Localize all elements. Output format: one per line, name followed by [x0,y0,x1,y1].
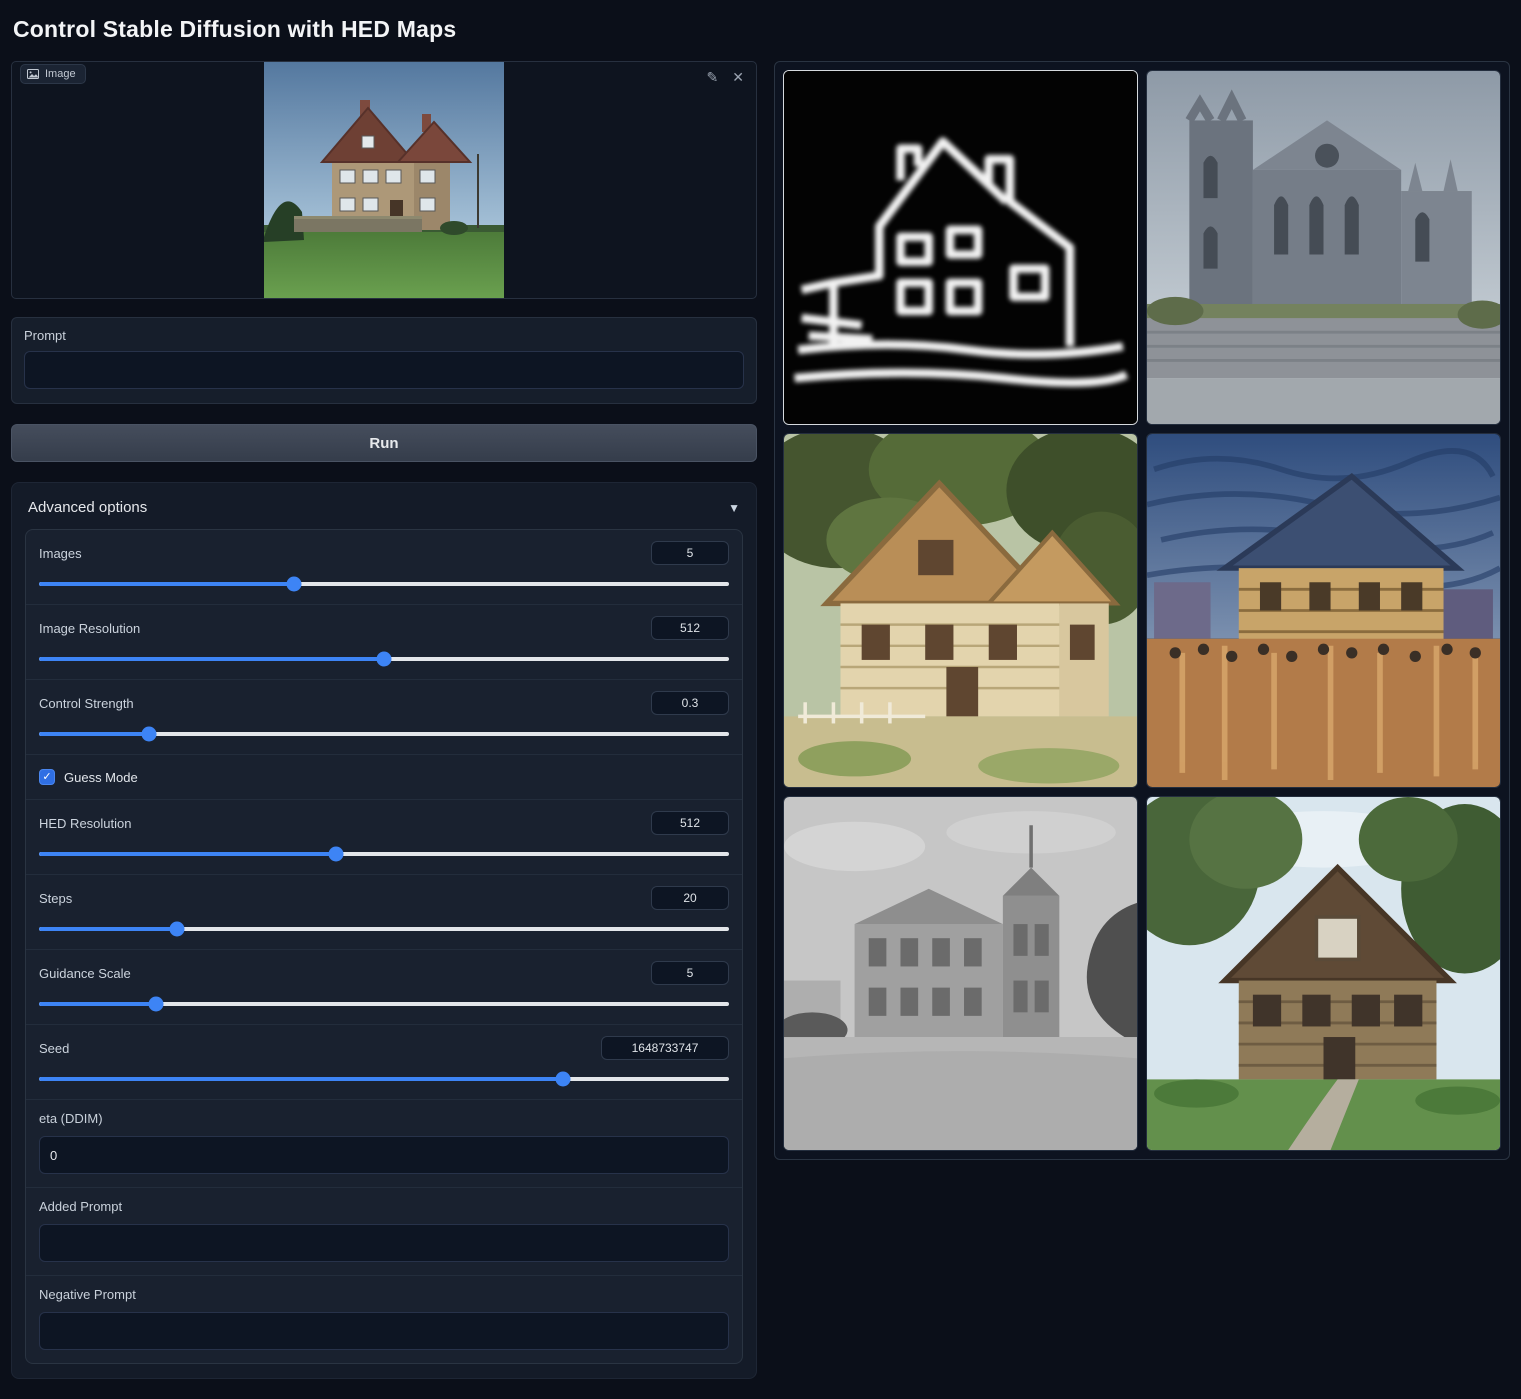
slider-guidance-scale-value[interactable] [651,961,729,985]
slider-seed-handle[interactable] [556,1071,571,1086]
slider-images-track[interactable] [39,576,729,591]
main-layout: Image ✎ ✕ [11,61,1510,1379]
slider-images-label: Images [39,546,82,561]
gallery-item-country-house[interactable] [1146,796,1501,1151]
gallery-item-grayscale-building[interactable] [783,796,1138,1151]
image-label-chip: Image [20,64,86,84]
slider-steps-label: Steps [39,891,72,906]
eta-field: eta (DDIM) [26,1100,742,1188]
negative-prompt-label: Negative Prompt [39,1287,729,1302]
check-icon: ✓ [42,772,51,783]
close-icon[interactable]: ✕ [732,70,744,84]
slider-images-handle[interactable] [287,576,302,591]
gallery-item-cathedral[interactable] [1146,70,1501,425]
slider-images: Images [26,530,742,605]
country-house-image [1147,797,1500,1150]
advanced-form: Images Image Resolution [25,529,743,1364]
image-actions: ✎ ✕ [707,70,744,84]
slider-seed-track[interactable] [39,1071,729,1086]
slider-hed-resolution-value[interactable] [651,811,729,835]
slider-image-resolution: Image Resolution [26,605,742,680]
slider-seed: Seed [26,1025,742,1100]
cathedral-image [1147,71,1500,424]
slider-control-strength-handle[interactable] [142,726,157,741]
eta-label: eta (DDIM) [39,1111,729,1126]
slider-guidance-scale-label: Guidance Scale [39,966,131,981]
slider-control-strength: Control Strength [26,680,742,755]
output-gallery [774,61,1510,1160]
gallery-item-hed-map[interactable] [783,70,1138,425]
image-icon [27,68,39,80]
guess-mode-row[interactable]: ✓ Guess Mode [26,755,742,800]
slider-seed-label: Seed [39,1041,69,1056]
slider-hed-resolution-label: HED Resolution [39,816,132,831]
gallery-item-painted-house[interactable] [783,433,1138,788]
added-prompt-field: Added Prompt [26,1188,742,1276]
prompt-label: Prompt [24,328,744,343]
slider-guidance-scale-track[interactable] [39,996,729,1011]
hed-map-image [784,71,1137,424]
slider-control-strength-track[interactable] [39,726,729,741]
eta-input[interactable] [39,1136,729,1174]
chevron-down-icon: ▼ [728,501,740,515]
slider-steps-value[interactable] [651,886,729,910]
negative-prompt-input[interactable] [39,1312,729,1350]
slider-steps-track[interactable] [39,921,729,936]
added-prompt-label: Added Prompt [39,1199,729,1214]
slider-steps: Steps [26,875,742,950]
slider-hed-resolution: HED Resolution [26,800,742,875]
grayscale-building-image [784,797,1137,1150]
slider-image-resolution-handle[interactable] [377,651,392,666]
slider-guidance-scale-handle[interactable] [149,996,164,1011]
slider-seed-value[interactable] [601,1036,729,1060]
prompt-block: Prompt [11,317,757,404]
run-button[interactable]: Run [11,424,757,462]
slider-control-strength-value[interactable] [651,691,729,715]
page-title: Control Stable Diffusion with HED Maps [13,16,1510,43]
gallery-item-stylized-building[interactable] [1146,433,1501,788]
advanced-options-header[interactable]: Advanced options ▼ [25,493,743,529]
prompt-input[interactable] [24,351,744,389]
edit-icon[interactable]: ✎ [707,70,719,84]
stylized-building-image [1147,434,1500,787]
advanced-options-title: Advanced options [28,499,147,516]
slider-hed-resolution-track[interactable] [39,846,729,861]
slider-image-resolution-track[interactable] [39,651,729,666]
guess-mode-checkbox[interactable]: ✓ [39,769,55,785]
advanced-options: Advanced options ▼ Images Imag [11,482,757,1379]
slider-control-strength-label: Control Strength [39,696,134,711]
guess-mode-label: Guess Mode [64,770,138,785]
slider-image-resolution-label: Image Resolution [39,621,140,636]
slider-steps-handle[interactable] [170,921,185,936]
image-label: Image [45,68,76,80]
slider-image-resolution-value[interactable] [651,616,729,640]
slider-guidance-scale: Guidance Scale [26,950,742,1025]
image-upload[interactable]: Image ✎ ✕ [11,61,757,299]
added-prompt-input[interactable] [39,1224,729,1262]
slider-hed-resolution-handle[interactable] [328,846,343,861]
slider-images-value[interactable] [651,541,729,565]
uploaded-house-image [264,62,504,298]
painted-house-image [784,434,1137,787]
left-panel: Image ✎ ✕ [11,61,757,1379]
negative-prompt-field: Negative Prompt [26,1276,742,1363]
